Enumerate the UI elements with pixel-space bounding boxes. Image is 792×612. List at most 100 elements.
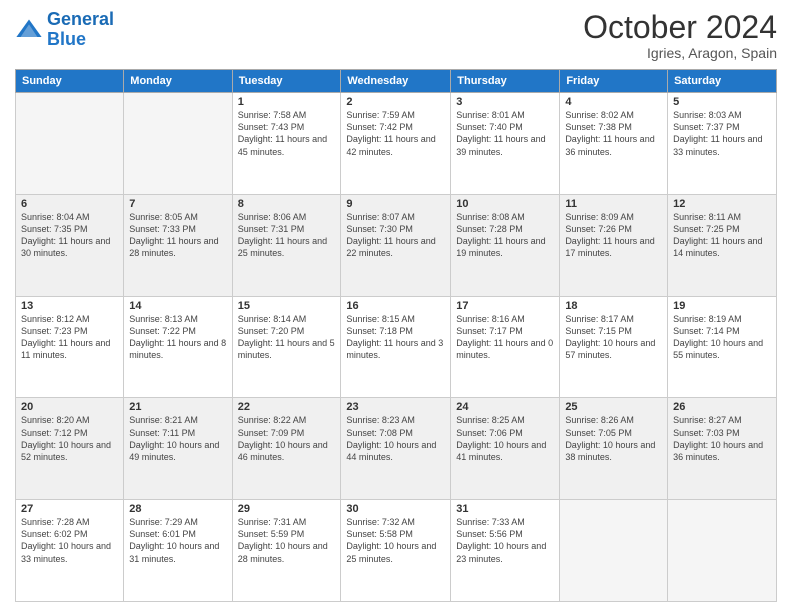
day-detail: Sunrise: 8:06 AMSunset: 7:31 PMDaylight:…: [238, 211, 336, 260]
day-detail: Sunrise: 8:13 AMSunset: 7:22 PMDaylight:…: [129, 313, 226, 362]
table-row: 13Sunrise: 8:12 AMSunset: 7:23 PMDayligh…: [16, 296, 124, 398]
logo-icon: [15, 16, 43, 44]
col-wednesday: Wednesday: [341, 70, 451, 93]
table-row: 24Sunrise: 8:25 AMSunset: 7:06 PMDayligh…: [451, 398, 560, 500]
day-detail: Sunrise: 7:59 AMSunset: 7:42 PMDaylight:…: [346, 109, 445, 158]
day-detail: Sunrise: 8:02 AMSunset: 7:38 PMDaylight:…: [565, 109, 662, 158]
day-number: 18: [565, 300, 662, 312]
day-number: 2: [346, 96, 445, 108]
header: General Blue October 2024 Igries, Aragon…: [15, 10, 777, 61]
table-row: 25Sunrise: 8:26 AMSunset: 7:05 PMDayligh…: [560, 398, 668, 500]
day-detail: Sunrise: 8:26 AMSunset: 7:05 PMDaylight:…: [565, 414, 662, 463]
day-detail: Sunrise: 8:27 AMSunset: 7:03 PMDaylight:…: [673, 414, 771, 463]
calendar-week-row: 13Sunrise: 8:12 AMSunset: 7:23 PMDayligh…: [16, 296, 777, 398]
day-detail: Sunrise: 8:01 AMSunset: 7:40 PMDaylight:…: [456, 109, 554, 158]
calendar-week-row: 27Sunrise: 7:28 AMSunset: 6:02 PMDayligh…: [16, 500, 777, 602]
calendar-week-row: 6Sunrise: 8:04 AMSunset: 7:35 PMDaylight…: [16, 194, 777, 296]
day-detail: Sunrise: 8:20 AMSunset: 7:12 PMDaylight:…: [21, 414, 118, 463]
day-detail: Sunrise: 8:03 AMSunset: 7:37 PMDaylight:…: [673, 109, 771, 158]
table-row: 21Sunrise: 8:21 AMSunset: 7:11 PMDayligh…: [124, 398, 232, 500]
day-number: 14: [129, 300, 226, 312]
day-number: 22: [238, 401, 336, 413]
logo: General Blue: [15, 10, 114, 50]
table-row: 15Sunrise: 8:14 AMSunset: 7:20 PMDayligh…: [232, 296, 341, 398]
table-row: 29Sunrise: 7:31 AMSunset: 5:59 PMDayligh…: [232, 500, 341, 602]
day-number: 15: [238, 300, 336, 312]
day-number: 29: [238, 503, 336, 515]
day-detail: Sunrise: 8:15 AMSunset: 7:18 PMDaylight:…: [346, 313, 445, 362]
table-row: [668, 500, 777, 602]
day-number: 7: [129, 198, 226, 210]
table-row: 10Sunrise: 8:08 AMSunset: 7:28 PMDayligh…: [451, 194, 560, 296]
calendar-week-row: 20Sunrise: 8:20 AMSunset: 7:12 PMDayligh…: [16, 398, 777, 500]
day-number: 1: [238, 96, 336, 108]
day-detail: Sunrise: 7:28 AMSunset: 6:02 PMDaylight:…: [21, 516, 118, 565]
day-detail: Sunrise: 8:04 AMSunset: 7:35 PMDaylight:…: [21, 211, 118, 260]
title-block: October 2024 Igries, Aragon, Spain: [583, 10, 777, 61]
day-number: 4: [565, 96, 662, 108]
day-detail: Sunrise: 8:17 AMSunset: 7:15 PMDaylight:…: [565, 313, 662, 362]
day-number: 9: [346, 198, 445, 210]
day-detail: Sunrise: 8:11 AMSunset: 7:25 PMDaylight:…: [673, 211, 771, 260]
table-row: 31Sunrise: 7:33 AMSunset: 5:56 PMDayligh…: [451, 500, 560, 602]
day-number: 3: [456, 96, 554, 108]
table-row: [560, 500, 668, 602]
col-friday: Friday: [560, 70, 668, 93]
table-row: 14Sunrise: 8:13 AMSunset: 7:22 PMDayligh…: [124, 296, 232, 398]
day-number: 11: [565, 198, 662, 210]
table-row: 16Sunrise: 8:15 AMSunset: 7:18 PMDayligh…: [341, 296, 451, 398]
calendar-week-row: 1Sunrise: 7:58 AMSunset: 7:43 PMDaylight…: [16, 93, 777, 195]
day-detail: Sunrise: 8:07 AMSunset: 7:30 PMDaylight:…: [346, 211, 445, 260]
day-detail: Sunrise: 8:12 AMSunset: 7:23 PMDaylight:…: [21, 313, 118, 362]
table-row: 12Sunrise: 8:11 AMSunset: 7:25 PMDayligh…: [668, 194, 777, 296]
table-row: 6Sunrise: 8:04 AMSunset: 7:35 PMDaylight…: [16, 194, 124, 296]
table-row: 7Sunrise: 8:05 AMSunset: 7:33 PMDaylight…: [124, 194, 232, 296]
table-row: 17Sunrise: 8:16 AMSunset: 7:17 PMDayligh…: [451, 296, 560, 398]
table-row: 8Sunrise: 8:06 AMSunset: 7:31 PMDaylight…: [232, 194, 341, 296]
table-row: [16, 93, 124, 195]
logo-line2: Blue: [47, 29, 86, 49]
day-number: 26: [673, 401, 771, 413]
table-row: 18Sunrise: 8:17 AMSunset: 7:15 PMDayligh…: [560, 296, 668, 398]
day-number: 20: [21, 401, 118, 413]
day-number: 30: [346, 503, 445, 515]
day-detail: Sunrise: 8:16 AMSunset: 7:17 PMDaylight:…: [456, 313, 554, 362]
table-row: 28Sunrise: 7:29 AMSunset: 6:01 PMDayligh…: [124, 500, 232, 602]
day-detail: Sunrise: 8:08 AMSunset: 7:28 PMDaylight:…: [456, 211, 554, 260]
month-title: October 2024: [583, 10, 777, 45]
table-row: 9Sunrise: 8:07 AMSunset: 7:30 PMDaylight…: [341, 194, 451, 296]
table-row: 20Sunrise: 8:20 AMSunset: 7:12 PMDayligh…: [16, 398, 124, 500]
table-row: 27Sunrise: 7:28 AMSunset: 6:02 PMDayligh…: [16, 500, 124, 602]
table-row: 1Sunrise: 7:58 AMSunset: 7:43 PMDaylight…: [232, 93, 341, 195]
day-number: 19: [673, 300, 771, 312]
table-row: [124, 93, 232, 195]
day-detail: Sunrise: 8:25 AMSunset: 7:06 PMDaylight:…: [456, 414, 554, 463]
col-saturday: Saturday: [668, 70, 777, 93]
day-detail: Sunrise: 7:32 AMSunset: 5:58 PMDaylight:…: [346, 516, 445, 565]
table-row: 2Sunrise: 7:59 AMSunset: 7:42 PMDaylight…: [341, 93, 451, 195]
table-row: 26Sunrise: 8:27 AMSunset: 7:03 PMDayligh…: [668, 398, 777, 500]
table-row: 5Sunrise: 8:03 AMSunset: 7:37 PMDaylight…: [668, 93, 777, 195]
day-number: 25: [565, 401, 662, 413]
table-row: 23Sunrise: 8:23 AMSunset: 7:08 PMDayligh…: [341, 398, 451, 500]
table-row: 19Sunrise: 8:19 AMSunset: 7:14 PMDayligh…: [668, 296, 777, 398]
day-number: 23: [346, 401, 445, 413]
day-number: 12: [673, 198, 771, 210]
day-number: 24: [456, 401, 554, 413]
day-detail: Sunrise: 7:33 AMSunset: 5:56 PMDaylight:…: [456, 516, 554, 565]
day-number: 13: [21, 300, 118, 312]
col-thursday: Thursday: [451, 70, 560, 93]
logo-line1: General: [47, 9, 114, 29]
table-row: 11Sunrise: 8:09 AMSunset: 7:26 PMDayligh…: [560, 194, 668, 296]
day-number: 16: [346, 300, 445, 312]
day-number: 21: [129, 401, 226, 413]
col-sunday: Sunday: [16, 70, 124, 93]
calendar-header-row: Sunday Monday Tuesday Wednesday Thursday…: [16, 70, 777, 93]
day-detail: Sunrise: 7:31 AMSunset: 5:59 PMDaylight:…: [238, 516, 336, 565]
day-number: 17: [456, 300, 554, 312]
day-detail: Sunrise: 8:19 AMSunset: 7:14 PMDaylight:…: [673, 313, 771, 362]
day-number: 8: [238, 198, 336, 210]
day-detail: Sunrise: 8:22 AMSunset: 7:09 PMDaylight:…: [238, 414, 336, 463]
table-row: 30Sunrise: 7:32 AMSunset: 5:58 PMDayligh…: [341, 500, 451, 602]
table-row: 4Sunrise: 8:02 AMSunset: 7:38 PMDaylight…: [560, 93, 668, 195]
